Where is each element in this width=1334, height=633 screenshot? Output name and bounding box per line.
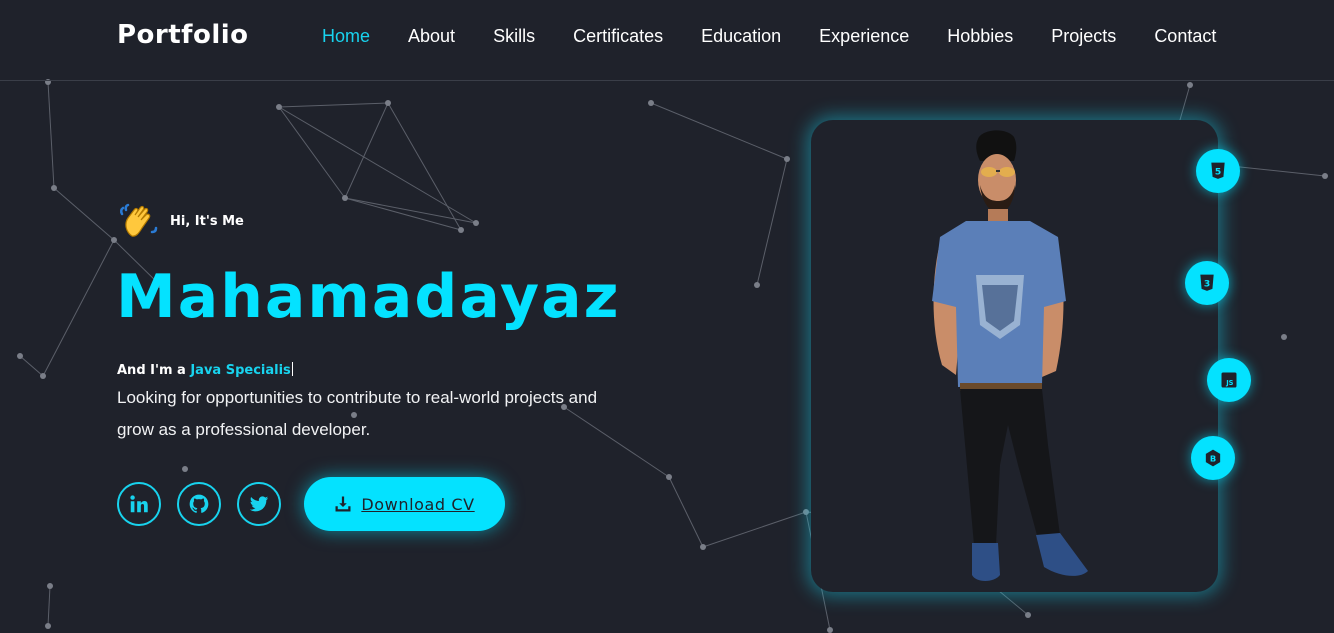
network-node (1025, 612, 1031, 618)
twitter-link[interactable] (237, 482, 281, 526)
typing-cursor (291, 362, 293, 376)
network-link (344, 197, 477, 224)
network-link (668, 476, 704, 548)
network-node (276, 104, 282, 110)
network-link (344, 197, 462, 231)
network-node (40, 373, 46, 379)
network-node (385, 100, 391, 106)
network-node (182, 466, 188, 472)
network-node (666, 474, 672, 480)
network-node (784, 156, 790, 162)
download-cv-button[interactable]: Download CV (304, 477, 505, 531)
nav-projects[interactable]: Projects (1051, 25, 1116, 47)
javascript-icon: JS (1221, 372, 1237, 388)
main-nav: Home About Skills Certificates Education… (322, 25, 1254, 47)
css3-icon: 3 (1200, 274, 1214, 291)
network-node (47, 583, 53, 589)
network-node (754, 282, 760, 288)
svg-text:3: 3 (1204, 278, 1210, 289)
nav-about[interactable]: About (408, 25, 455, 47)
hero-description: Looking for opportunities to contribute … (117, 388, 598, 439)
network-node (111, 237, 117, 243)
network-node (17, 353, 23, 359)
html5-badge: 5 (1196, 149, 1240, 193)
social-links (117, 482, 297, 526)
nav-contact[interactable]: Contact (1154, 25, 1216, 47)
network-node (458, 227, 464, 233)
network-link (387, 102, 462, 231)
network-link (278, 102, 389, 108)
network-node (473, 220, 479, 226)
download-cv-label: Download CV (361, 494, 475, 514)
network-link (344, 102, 389, 199)
network-link (42, 239, 115, 377)
network-node (1322, 173, 1328, 179)
nav-education[interactable]: Education (701, 25, 781, 47)
network-link (702, 511, 807, 548)
nav-hobbies[interactable]: Hobbies (947, 25, 1013, 47)
bootstrap-badge: B (1191, 436, 1235, 480)
waving-hand-icon (119, 203, 158, 237)
svg-text:JS: JS (1225, 379, 1233, 387)
twitter-icon (249, 496, 269, 512)
html5-icon: 5 (1211, 162, 1225, 179)
network-node (1281, 334, 1287, 340)
svg-text:5: 5 (1215, 166, 1221, 177)
linkedin-link[interactable] (117, 482, 161, 526)
download-icon (335, 496, 351, 512)
network-node (45, 623, 51, 629)
hero-name: Mahamadayaz (116, 262, 621, 332)
hero-page: Portfolio Home About Skills Certificates… (0, 0, 1334, 633)
greeting: Hi, It's Me (118, 202, 244, 240)
github-link[interactable] (177, 482, 221, 526)
network-node (827, 627, 833, 633)
network-node (51, 185, 57, 191)
greeting-text: Hi, It's Me (170, 213, 244, 229)
role-prefix: And I'm a (117, 363, 191, 378)
network-node (803, 509, 809, 515)
javascript-badge: JS (1207, 358, 1251, 402)
svg-text:B: B (1210, 453, 1216, 463)
bootstrap-icon: B (1205, 449, 1221, 467)
network-link (278, 106, 477, 224)
network-link (19, 355, 44, 377)
site-header: Portfolio Home About Skills Certificates… (0, 0, 1334, 81)
nav-experience[interactable]: Experience (819, 25, 909, 47)
role-line: And I'm a Java Specialis (117, 362, 293, 378)
network-node (648, 100, 654, 106)
network-link (278, 106, 346, 199)
role-typed-text: Java Specialis (190, 363, 291, 378)
network-link (756, 158, 788, 286)
network-link (53, 187, 115, 241)
network-link (47, 585, 51, 627)
network-link (650, 102, 788, 160)
network-link (47, 81, 55, 189)
nav-skills[interactable]: Skills (493, 25, 535, 47)
linkedin-icon (130, 495, 148, 513)
network-node (1187, 82, 1193, 88)
nav-certificates[interactable]: Certificates (573, 25, 663, 47)
profile-photo (932, 130, 1088, 581)
nav-home[interactable]: Home (322, 25, 370, 47)
github-icon (189, 494, 209, 513)
site-logo[interactable]: Portfolio (117, 20, 249, 50)
css3-badge: 3 (1185, 261, 1229, 305)
network-node (700, 544, 706, 550)
network-node (342, 195, 348, 201)
